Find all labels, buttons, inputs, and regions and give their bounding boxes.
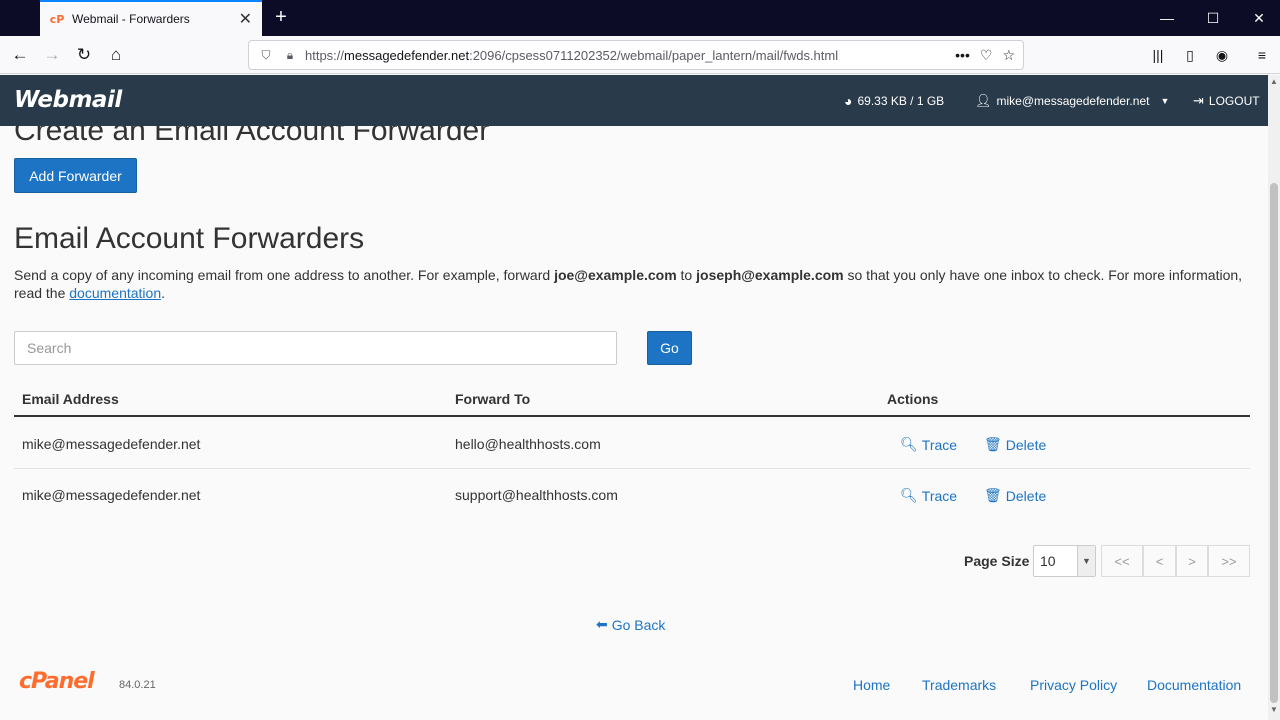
- user-email: mike@messagedefender.net: [996, 94, 1150, 108]
- tab-title: Webmail - Forwarders: [72, 12, 190, 26]
- bookmark-star-icon[interactable]: ☆: [1002, 47, 1015, 64]
- version-text: 84.0.21: [119, 679, 156, 691]
- trash-icon: 🗑︎: [984, 436, 1002, 452]
- url-text[interactable]: https://messagedefender.net:2096/cpsess0…: [305, 48, 955, 63]
- library-icon[interactable]: |||: [1144, 41, 1172, 69]
- first-page-button[interactable]: <<: [1101, 545, 1143, 577]
- back-icon[interactable]: ←: [6, 41, 34, 69]
- logout-button[interactable]: ⇥ LOGOUT: [1193, 93, 1260, 109]
- column-header-actions: Actions: [887, 391, 939, 407]
- chevron-down-icon: ▼: [1077, 546, 1095, 576]
- table-header-divider: [14, 415, 1250, 417]
- go-button[interactable]: Go: [647, 331, 692, 365]
- scroll-up-icon[interactable]: ▲: [1268, 77, 1280, 89]
- reload-icon[interactable]: ↻: [70, 41, 98, 69]
- scroll-down-icon[interactable]: ▼: [1268, 705, 1280, 717]
- user-menu[interactable]: 👤︎ mike@messagedefender.net ▼: [975, 93, 1169, 109]
- row-divider: [14, 468, 1250, 469]
- row-forward-to: support@healthhosts.com: [455, 487, 618, 503]
- url-path: :2096/cpsess0711202352/webmail/paper_lan…: [469, 47, 839, 63]
- create-forwarder-title: Create an Email Account Forwarder: [14, 126, 490, 147]
- trace-button[interactable]: 🔍︎ Trace: [900, 436, 957, 453]
- column-header-email[interactable]: Email Address: [22, 391, 119, 407]
- logout-label: LOGOUT: [1208, 94, 1260, 108]
- logout-icon: ⇥: [1193, 93, 1204, 108]
- add-forwarder-button[interactable]: Add Forwarder: [14, 158, 137, 193]
- footer-link-documentation[interactable]: Documentation: [1147, 677, 1241, 693]
- scrollbar-thumb[interactable]: [1270, 183, 1278, 703]
- prev-page-button[interactable]: <: [1143, 545, 1176, 577]
- search-icon: 🔍︎: [900, 436, 918, 452]
- go-back-label: Go Back: [611, 616, 666, 633]
- browser-nav-bar: ← → ↻ ⌂ ⛉ 🔒︎ https://messagedefender.net…: [0, 36, 1280, 74]
- browser-tab[interactable]: cP Webmail - Forwarders ✕: [40, 0, 262, 36]
- webmail-logo[interactable]: Webmail: [14, 87, 122, 113]
- row-email: mike@messagedefender.net: [22, 436, 201, 452]
- arrow-left-circle-icon: ⬅: [596, 616, 608, 632]
- url-host: messagedefender.net: [344, 47, 470, 63]
- minimize-icon[interactable]: —: [1144, 0, 1190, 36]
- sidebar-icon[interactable]: ▯: [1176, 41, 1204, 69]
- desc-example-from: joe@example.com: [554, 267, 677, 283]
- trace-button[interactable]: 🔍︎ Trace: [900, 487, 957, 504]
- shield-icon[interactable]: ⛉: [257, 46, 275, 64]
- disk-usage[interactable]: ◕ 69.33 KB / 1 GB: [844, 93, 944, 109]
- account-icon[interactable]: ◉: [1208, 41, 1236, 69]
- footer-link-privacy-policy[interactable]: Privacy Policy: [1030, 677, 1117, 693]
- forward-icon[interactable]: →: [38, 41, 66, 69]
- pocket-icon[interactable]: ♡: [980, 47, 993, 64]
- trash-icon: 🗑︎: [984, 487, 1002, 503]
- column-header-forward-to[interactable]: Forward To: [455, 391, 530, 407]
- last-page-button[interactable]: >>: [1208, 545, 1250, 577]
- trace-label: Trace: [921, 487, 958, 504]
- user-icon: 👤︎: [975, 93, 992, 108]
- browser-tab-bar: cP Webmail - Forwarders ✕ + — ☐ ✕: [0, 0, 1280, 36]
- documentation-link[interactable]: documentation: [69, 285, 161, 301]
- go-back-link[interactable]: ⬅ Go Back: [596, 616, 665, 633]
- cpanel-favicon-icon: cP: [49, 12, 65, 26]
- pie-chart-icon: ◕: [844, 93, 853, 109]
- url-bar[interactable]: ⛉ 🔒︎ https://messagedefender.net:2096/cp…: [248, 40, 1024, 70]
- footer-link-home[interactable]: Home: [853, 677, 890, 693]
- home-icon[interactable]: ⌂: [102, 41, 130, 69]
- page-size-value: 10: [1040, 553, 1056, 569]
- page-size-select[interactable]: 10 ▼: [1033, 545, 1096, 577]
- url-prefix: https://: [305, 47, 345, 63]
- caret-down-icon: ▼: [1160, 96, 1170, 106]
- cpanel-logo[interactable]: cPanel: [19, 669, 95, 694]
- forwarders-title: Email Account Forwarders: [14, 222, 365, 255]
- next-page-button[interactable]: >: [1176, 545, 1208, 577]
- footer-link-trademarks[interactable]: Trademarks: [922, 677, 996, 693]
- close-window-icon[interactable]: ✕: [1236, 0, 1280, 36]
- tab-close-icon[interactable]: ✕: [239, 9, 252, 29]
- menu-icon[interactable]: ≡: [1248, 41, 1276, 69]
- delete-button[interactable]: 🗑︎ Delete: [984, 487, 1046, 504]
- row-forward-to: hello@healthhosts.com: [455, 436, 601, 452]
- maximize-icon[interactable]: ☐: [1190, 0, 1236, 36]
- delete-label: Delete: [1005, 487, 1047, 504]
- disk-usage-text: 69.33 KB / 1 GB: [857, 94, 945, 108]
- desc-text-2: to: [676, 267, 697, 283]
- search-input[interactable]: [14, 331, 617, 365]
- webmail-header: Webmail ◕ 69.33 KB / 1 GB 👤︎ mike@messag…: [0, 75, 1268, 126]
- forwarders-description: Send a copy of any incoming email from o…: [14, 266, 1244, 302]
- row-email: mike@messagedefender.net: [22, 487, 201, 503]
- delete-button[interactable]: 🗑︎ Delete: [984, 436, 1046, 453]
- main-content: Create an Email Account Forwarder Add Fo…: [0, 126, 1268, 720]
- page-scrollbar[interactable]: ▲ ▼: [1268, 75, 1280, 720]
- lock-icon[interactable]: 🔒︎: [281, 46, 299, 64]
- search-icon: 🔍︎: [900, 487, 918, 503]
- desc-text-1: Send a copy of any incoming email from o…: [14, 267, 555, 283]
- trace-label: Trace: [921, 436, 958, 453]
- desc-example-to: joseph@example.com: [696, 267, 844, 283]
- page-size-label: Page Size: [964, 553, 1030, 569]
- new-tab-button[interactable]: +: [270, 6, 292, 28]
- delete-label: Delete: [1005, 436, 1047, 453]
- desc-text-4: .: [161, 285, 165, 301]
- page-actions-icon[interactable]: •••: [955, 47, 970, 64]
